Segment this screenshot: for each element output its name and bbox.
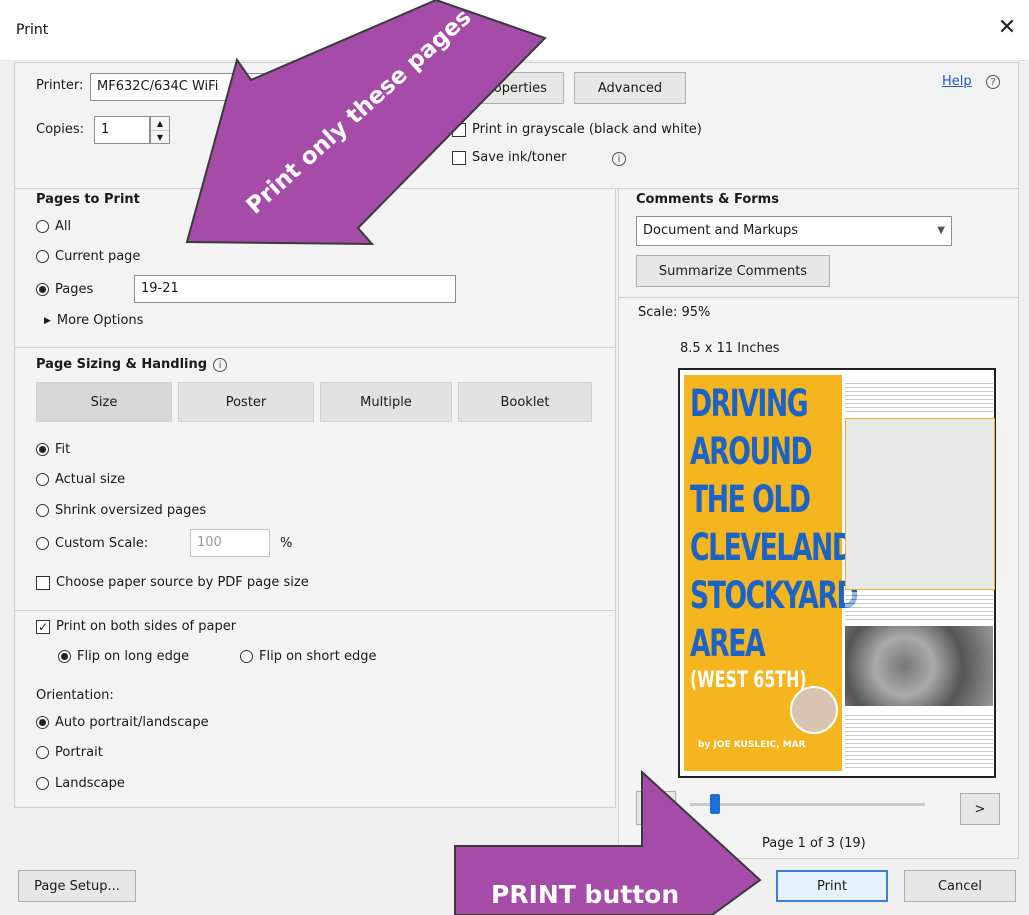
annotation-overlay: Print only these pages PRINT button <box>185 0 762 915</box>
annotation-arrow-2-text: PRINT button <box>491 880 679 909</box>
